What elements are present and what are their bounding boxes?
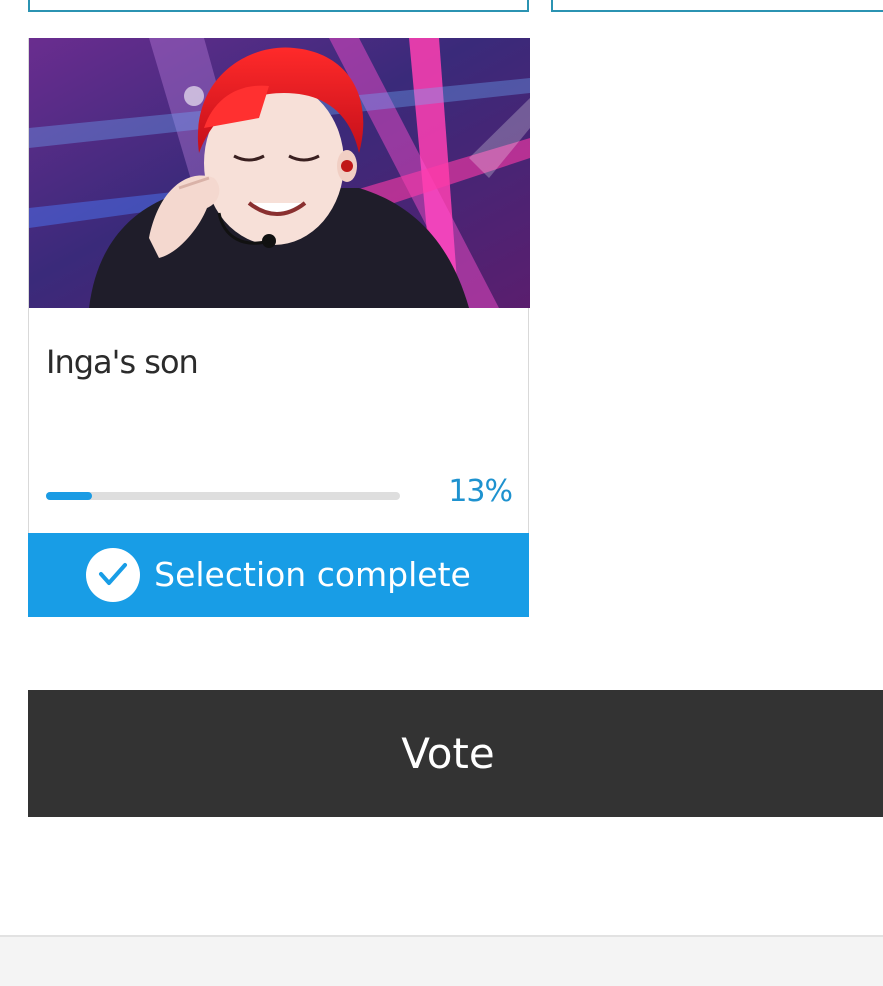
- candidate-photo: [29, 38, 530, 308]
- vote-percent: 13%: [448, 474, 513, 509]
- vote-page: Inga's son 13% Selection complete Vote: [0, 0, 883, 986]
- candidate-name: Inga's son: [46, 343, 199, 381]
- selection-complete-button[interactable]: Selection complete: [28, 533, 529, 617]
- check-circle-icon: [86, 548, 141, 602]
- candidate-card[interactable]: Inga's son 13% Selection complete: [28, 38, 530, 617]
- previous-candidate-card-right[interactable]: [551, 0, 883, 12]
- vote-progress-bar: [46, 492, 400, 500]
- vote-button[interactable]: Vote: [28, 690, 883, 817]
- selection-complete-label: Selection complete: [154, 555, 471, 594]
- footer-bar: [0, 935, 883, 986]
- vote-button-label: Vote: [401, 729, 495, 778]
- vote-progress-fill: [46, 492, 93, 500]
- previous-candidate-card-left[interactable]: [28, 0, 529, 12]
